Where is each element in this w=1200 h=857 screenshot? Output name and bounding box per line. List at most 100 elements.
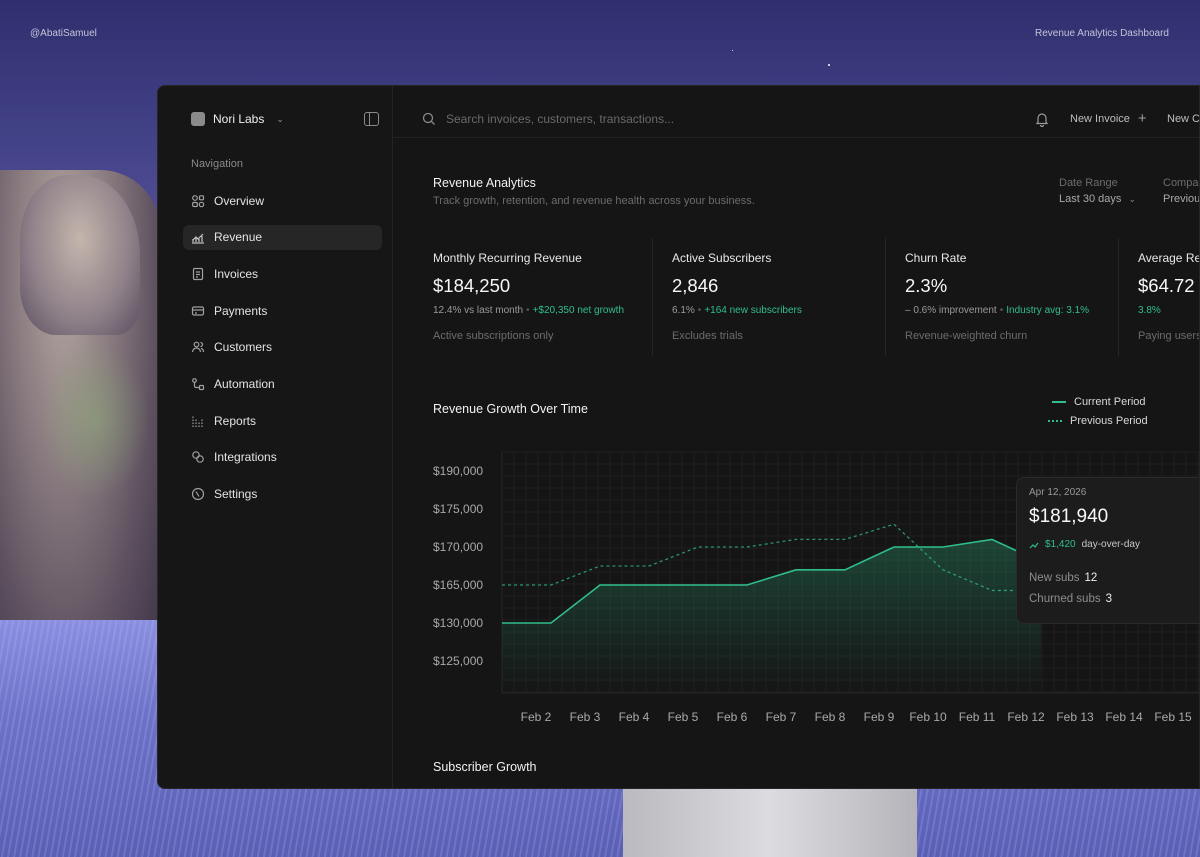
y-tick-label: $190,000 [433, 464, 483, 478]
kpi-label: Average Re [1138, 251, 1200, 265]
sidebar-item-label: Integrations [214, 450, 277, 465]
kpi-value: 2,846 [672, 275, 719, 296]
legend-item-previous[interactable]: Previous Period [1048, 411, 1148, 430]
sidebar-item-overview[interactable]: Overview [183, 188, 382, 213]
kpi-growth: 3.8% [1138, 305, 1161, 316]
tooltip-value: $181,940 [1029, 506, 1109, 527]
trend-up-icon [1029, 542, 1039, 548]
author-handle: @AbatiSamuel [30, 28, 97, 39]
chart-tooltip: Apr 12, 2026 $181,940 $1,420 day-over-da… [1016, 477, 1199, 624]
new-invoice-label: New Invoice [1070, 113, 1130, 125]
org-switcher[interactable]: Nori Labs ⌄ [191, 112, 284, 126]
legend-label: Current Period [1074, 395, 1146, 408]
kpi-growth: +$20,350 net growth [532, 305, 625, 316]
kpi-value: 2.3% [905, 275, 948, 296]
kpi-label: Monthly Recurring Revenue [433, 251, 582, 265]
kpi-meta: – 0.6% improvement • Industry avg: 3.1% [905, 305, 1090, 316]
series-area-current [502, 539, 1041, 693]
kpi-divider [885, 238, 886, 356]
tooltip-change-label: day-over-day [1081, 539, 1140, 550]
topbar: Search invoices, customers, transactions… [394, 86, 1199, 138]
new-customer-label: New C [1167, 113, 1200, 125]
page-title: Revenue Analytics [433, 176, 536, 190]
tooltip-change-value: $1,420 [1045, 539, 1076, 550]
chevron-down-icon: ⌄ [276, 113, 284, 124]
x-tick-label: Feb 4 [619, 710, 650, 724]
bell-icon[interactable] [1035, 111, 1049, 127]
main-content: Search invoices, customers, transactions… [394, 86, 1199, 788]
kpi-note: Active subscriptions only [433, 330, 554, 342]
tooltip-new-subs-label: New subs [1029, 572, 1080, 584]
customers-icon [191, 340, 205, 354]
sidebar: Nori Labs ⌄ Navigation Overview Revenue … [158, 86, 393, 788]
sidebar-item-payments[interactable]: Payments [183, 298, 382, 323]
x-tick-label: Feb 12 [1007, 710, 1045, 724]
sidebar-item-automation[interactable]: Automation [183, 371, 382, 396]
date-range-select[interactable]: Last 30 days ⌄ [1059, 193, 1136, 205]
compare-select[interactable]: Previous [1163, 193, 1199, 205]
sidebar-item-label: Revenue [214, 230, 263, 245]
y-tick-label: $170,000 [433, 540, 483, 554]
x-tick-label: Feb 5 [668, 710, 699, 724]
new-invoice-button[interactable]: New Invoice + [1070, 110, 1147, 127]
revenue-icon [191, 230, 205, 244]
sidebar-nav: Overview Revenue Invoices Payments Custo… [183, 188, 382, 518]
invoices-icon [191, 267, 205, 281]
tooltip-date: Apr 12, 2026 [1029, 487, 1087, 498]
chart-legend: Current Period Previous Period [1048, 392, 1148, 430]
x-tick-label: Feb 9 [864, 710, 895, 724]
kpi-meta: 3.8% [1138, 305, 1161, 316]
sidebar-item-reports[interactable]: Reports [183, 408, 382, 433]
kpi-label: Active Subscribers [672, 251, 772, 265]
chevron-down-icon: ⌄ [1128, 194, 1136, 204]
kpi-note: Paying users [1138, 330, 1200, 342]
tooltip-churned-value: 3 [1105, 593, 1113, 605]
sidebar-item-label: Automation [214, 376, 275, 391]
sidebar-item-label: Settings [214, 487, 258, 501]
sidebar-toggle-icon[interactable] [364, 112, 379, 126]
sidebar-item-label: Reports [214, 413, 257, 428]
date-range-value: Last 30 days [1059, 193, 1122, 205]
sidebar-item-label: Overview [214, 193, 265, 208]
kpi-label: Churn Rate [905, 251, 967, 265]
x-tick-label: Feb 8 [815, 710, 846, 724]
new-customer-button[interactable]: New C [1167, 113, 1200, 125]
star [732, 50, 733, 51]
x-tick-label: Feb 14 [1105, 710, 1143, 724]
org-name: Nori Labs [213, 112, 265, 126]
kpi-meta: 12.4% vs last month • +$20,350 net growth [433, 305, 625, 316]
legend-swatch-dotted [1048, 419, 1062, 422]
kpi-delta: 12.4% vs last month [433, 305, 524, 316]
overview-icon [191, 194, 205, 208]
x-tick-label: Feb 6 [717, 710, 748, 724]
plus-icon: + [1137, 110, 1147, 127]
legend-item-current[interactable]: Current Period [1048, 392, 1148, 411]
automation-icon [191, 377, 205, 391]
y-tick-label: $125,000 [433, 654, 483, 668]
kpi-note: Revenue-weighted churn [905, 330, 1028, 342]
monitor-stand [623, 789, 917, 857]
kpi-divider [652, 238, 653, 356]
legend-label: Previous Period [1070, 414, 1148, 427]
date-range-label: Date Range [1059, 177, 1118, 189]
star [828, 64, 830, 66]
sidebar-item-label: Customers [214, 340, 273, 355]
sidebar-item-settings[interactable]: Settings [183, 482, 382, 507]
kpi-value: $64.72 [1138, 275, 1195, 296]
tooltip-new-subs-value: 12 [1084, 572, 1098, 584]
page-subtitle: Track growth, retention, and revenue hea… [433, 195, 755, 207]
tooltip-new-subs: New subs 12 [1029, 572, 1097, 584]
search-icon [422, 112, 435, 125]
sidebar-item-invoices[interactable]: Invoices [183, 261, 382, 286]
sidebar-item-customers[interactable]: Customers [183, 335, 382, 360]
rock-formation-top [20, 175, 140, 335]
x-tick-label: Feb 2 [521, 710, 552, 724]
moss-patch [40, 340, 150, 500]
tooltip-change: $1,420 day-over-day [1029, 539, 1140, 550]
sidebar-item-revenue[interactable]: Revenue [183, 224, 382, 250]
chart-title: Revenue Growth Over Time [433, 402, 588, 416]
sidebar-item-integrations[interactable]: Integrations [183, 445, 382, 470]
project-label: Revenue Analytics Dashboard [1035, 28, 1169, 39]
x-tick-label: Feb 11 [959, 710, 996, 724]
search-input[interactable]: Search invoices, customers, transactions… [422, 112, 674, 126]
